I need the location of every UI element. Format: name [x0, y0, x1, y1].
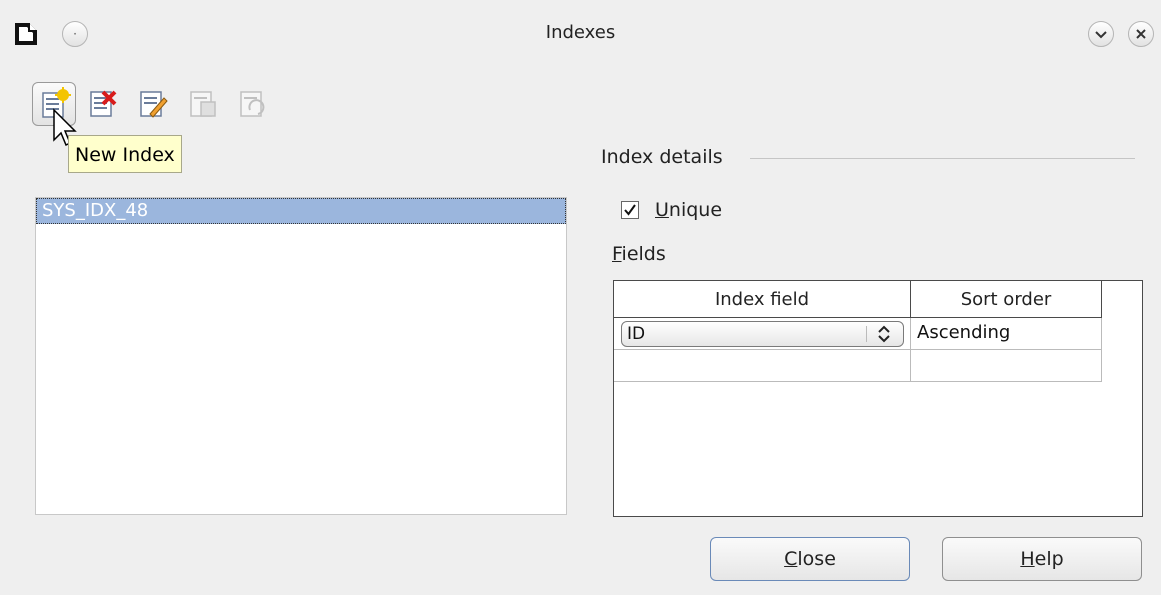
table-row[interactable]	[614, 350, 911, 382]
save-index-button[interactable]	[186, 88, 218, 120]
window-title: Indexes	[545, 22, 616, 43]
fields-label: Fields	[612, 243, 666, 265]
delete-index-icon	[90, 90, 117, 117]
rename-index-button[interactable]	[136, 88, 168, 120]
index-field-combobox[interactable]: ID	[621, 321, 904, 347]
separator	[750, 158, 1135, 159]
help-button[interactable]: Help	[942, 537, 1142, 581]
checkmark-icon	[624, 204, 636, 216]
column-header-index-field[interactable]: Index field	[614, 281, 911, 318]
table-row[interactable]: ID	[614, 318, 911, 350]
rename-index-icon	[140, 91, 168, 118]
title-bar: · Indexes	[0, 0, 1161, 70]
unique-checkbox[interactable]	[621, 201, 639, 219]
sort-order-cell[interactable]	[911, 350, 1102, 382]
list-item[interactable]: SYS_IDX_48	[36, 198, 566, 224]
close-icon	[1136, 29, 1146, 39]
close-window-button[interactable]	[1128, 21, 1154, 47]
close-button[interactable]: Close	[710, 537, 910, 581]
sort-order-cell[interactable]: Ascending	[911, 318, 1102, 350]
index-details-heading: Index details	[601, 146, 723, 168]
reset-index-icon	[240, 91, 265, 117]
tooltip-new-index: New Index	[68, 135, 182, 173]
spin-arrows-icon	[878, 325, 890, 343]
reset-index-button[interactable]	[236, 88, 268, 120]
fields-grid[interactable]: Index field Sort order ID Ascending	[613, 280, 1143, 517]
chevron-down-icon	[1095, 31, 1107, 39]
index-list[interactable]: SYS_IDX_48	[35, 197, 567, 515]
delete-index-button[interactable]	[86, 88, 118, 120]
column-header-sort-order[interactable]: Sort order	[911, 281, 1102, 318]
unique-label[interactable]: Unique	[655, 199, 722, 221]
save-index-icon	[190, 91, 216, 117]
minimize-button[interactable]	[1088, 21, 1114, 47]
